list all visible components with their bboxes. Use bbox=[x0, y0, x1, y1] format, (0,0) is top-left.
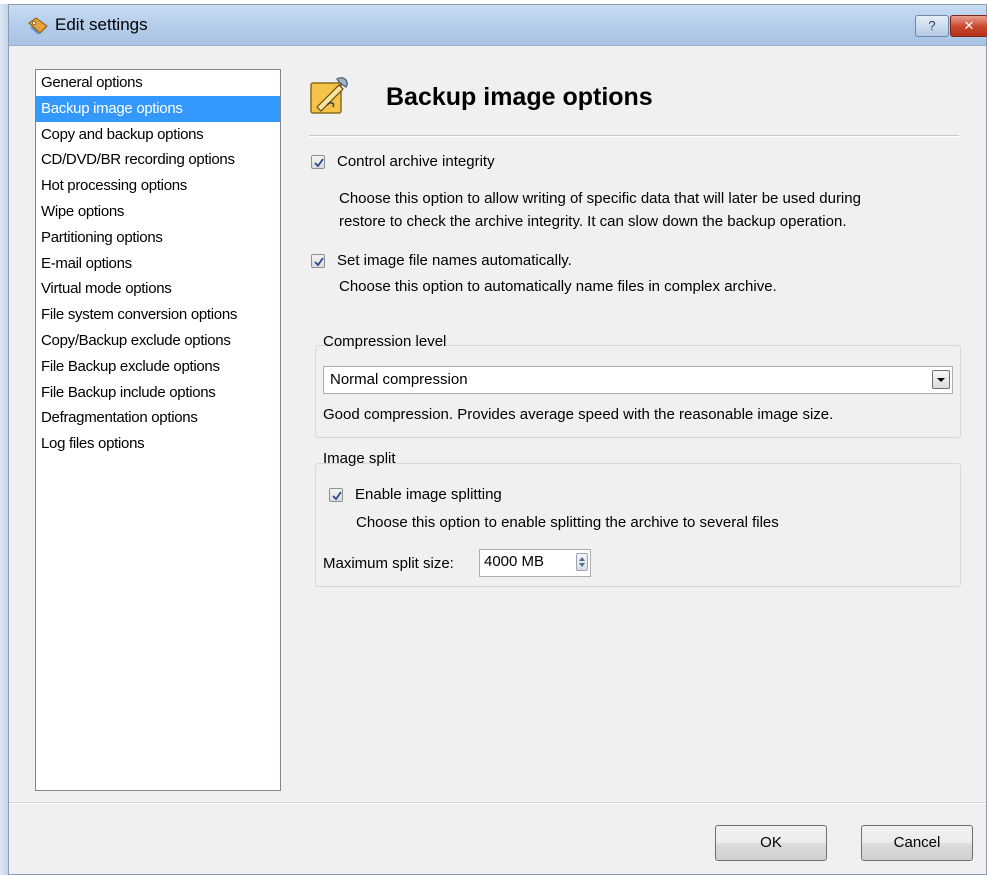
control-integrity-description: Choose this option to allow writing of s… bbox=[339, 187, 861, 233]
ok-button[interactable]: OK bbox=[715, 825, 827, 861]
max-split-size-input[interactable]: 4000 MB bbox=[479, 549, 591, 577]
background-strip bbox=[0, 4, 8, 875]
max-split-size-value: 4000 MB bbox=[484, 553, 545, 570]
compression-description: Good compression. Provides average speed… bbox=[323, 406, 834, 423]
compression-level-value: Normal compression bbox=[330, 371, 468, 388]
spin-arrows-icon[interactable] bbox=[576, 553, 588, 571]
sidebar-item-email[interactable]: E-mail options bbox=[36, 251, 280, 277]
sidebar-item-wipe[interactable]: Wipe options bbox=[36, 199, 280, 225]
wrench-pencil-icon bbox=[309, 75, 351, 115]
control-integrity-checkbox[interactable] bbox=[311, 154, 325, 169]
auto-names-option[interactable]: Set image file names automatically. bbox=[311, 252, 572, 269]
max-split-size-label: Maximum split size: bbox=[323, 555, 454, 572]
auto-names-checkbox[interactable] bbox=[311, 253, 325, 268]
cancel-button[interactable]: Cancel bbox=[861, 825, 973, 861]
image-split-group-label: Image split bbox=[323, 450, 396, 467]
enable-splitting-label: Enable image splitting bbox=[355, 486, 502, 503]
enable-splitting-description: Choose this option to enable splitting t… bbox=[356, 514, 779, 531]
sidebar-item-file-backup-include[interactable]: File Backup include options bbox=[36, 380, 280, 406]
auto-names-description: Choose this option to automatically name… bbox=[339, 278, 777, 295]
sidebar-item-copy-backup[interactable]: Copy and backup options bbox=[36, 122, 280, 148]
sidebar-item-recording[interactable]: CD/DVD/BR recording options bbox=[36, 147, 280, 173]
footer-divider bbox=[9, 802, 986, 804]
sidebar-item-file-backup-exclude[interactable]: File Backup exclude options bbox=[36, 354, 280, 380]
sidebar-item-hot-processing[interactable]: Hot processing options bbox=[36, 173, 280, 199]
checkmark-icon bbox=[314, 256, 324, 266]
auto-names-label: Set image file names automatically. bbox=[337, 252, 572, 269]
checkmark-icon bbox=[314, 157, 324, 167]
sidebar-item-virtual-mode[interactable]: Virtual mode options bbox=[36, 276, 280, 302]
compression-group-label: Compression level bbox=[323, 333, 447, 350]
settings-tag-icon bbox=[27, 17, 48, 35]
sidebar-item-defragmentation[interactable]: Defragmentation options bbox=[36, 405, 280, 431]
checkmark-icon bbox=[332, 490, 342, 500]
sidebar-item-general[interactable]: General options bbox=[36, 70, 280, 96]
compression-level-select[interactable]: Normal compression bbox=[323, 366, 953, 394]
sidebar-item-partitioning[interactable]: Partitioning options bbox=[36, 225, 280, 251]
help-button[interactable]: ? bbox=[915, 15, 949, 37]
sidebar-item-log-files[interactable]: Log files options bbox=[36, 431, 280, 457]
sidebar-item-copy-backup-exclude[interactable]: Copy/Backup exclude options bbox=[36, 328, 280, 354]
window-title: Edit settings bbox=[55, 15, 148, 34]
close-button[interactable]: ✕ bbox=[950, 15, 987, 37]
enable-splitting-checkbox[interactable] bbox=[329, 487, 343, 502]
sidebar-item-fs-conversion[interactable]: File system conversion options bbox=[36, 302, 280, 328]
control-integrity-desc-line-1: Choose this option to allow writing of s… bbox=[339, 190, 861, 207]
settings-category-list[interactable]: General options Backup image options Cop… bbox=[35, 69, 281, 791]
chevron-down-icon[interactable] bbox=[932, 370, 950, 389]
control-integrity-desc-line-2: restore to check the archive integrity. … bbox=[339, 213, 847, 230]
header-divider bbox=[309, 135, 959, 137]
title-bar[interactable]: Edit settings ? ✕ bbox=[9, 5, 987, 46]
page-title: Backup image options bbox=[386, 83, 653, 111]
edit-settings-dialog: Edit settings ? ✕ General options Backup… bbox=[8, 4, 987, 875]
enable-splitting-option[interactable]: Enable image splitting bbox=[329, 486, 502, 503]
sidebar-item-backup-image[interactable]: Backup image options bbox=[36, 95, 280, 122]
control-integrity-option[interactable]: Control archive integrity bbox=[311, 153, 495, 170]
control-integrity-label: Control archive integrity bbox=[337, 153, 495, 170]
